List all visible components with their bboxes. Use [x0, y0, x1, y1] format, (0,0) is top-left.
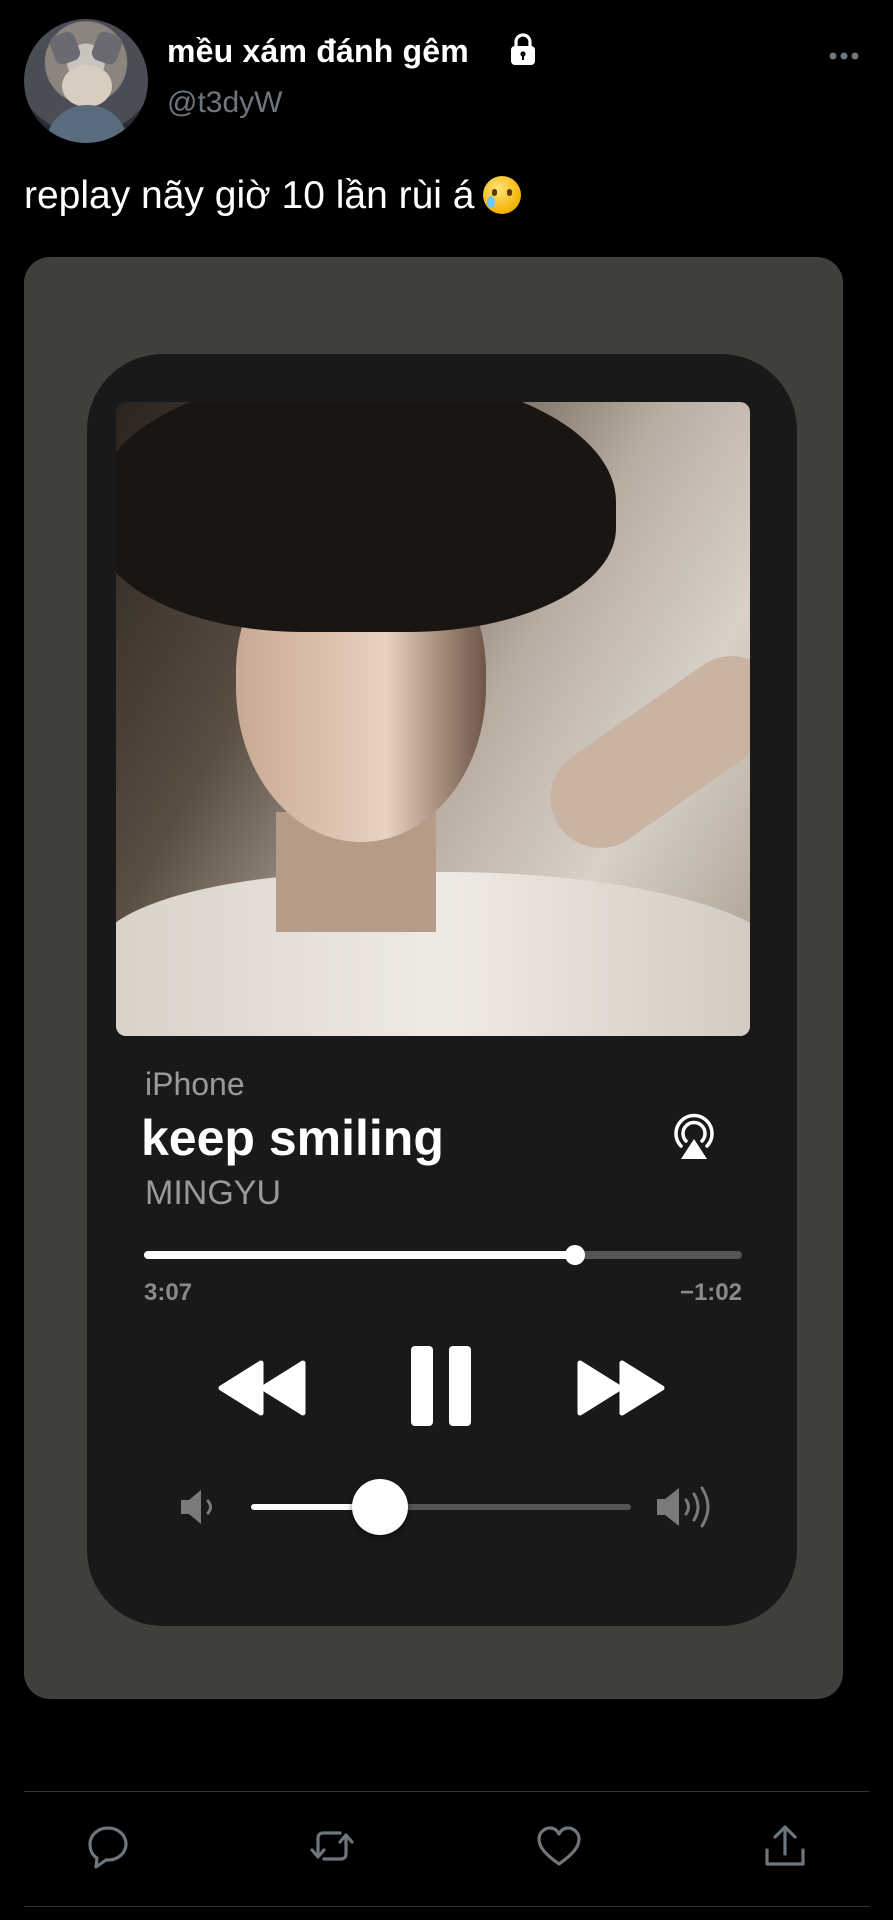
track-artist: MINGYU — [145, 1174, 281, 1212]
more-options-icon[interactable] — [829, 50, 859, 62]
remaining-time: −1:02 — [679, 1279, 742, 1306]
avatar-body — [46, 105, 128, 143]
like-icon[interactable] — [535, 1822, 583, 1870]
progress-handle[interactable] — [564, 1245, 585, 1265]
reply-icon[interactable] — [84, 1822, 132, 1870]
pause-icon[interactable] — [409, 1344, 473, 1428]
track-title: keep smiling — [141, 1110, 444, 1166]
bottom-divider — [24, 1906, 869, 1907]
divider — [24, 1791, 869, 1792]
playback-source: iPhone — [145, 1066, 245, 1102]
volume-slider[interactable] — [251, 1479, 631, 1535]
progress-bar[interactable] — [144, 1245, 742, 1265]
face-holding-back-tears-emoji — [482, 176, 521, 214]
volume-handle[interactable] — [352, 1479, 409, 1535]
display-name[interactable]: mều xám đánh gêm — [167, 33, 469, 70]
album-art-arm — [530, 636, 750, 868]
fast-forward-icon[interactable] — [574, 1359, 666, 1417]
elapsed-time: 3:07 — [144, 1279, 193, 1306]
avatar[interactable] — [24, 19, 148, 143]
retweet-icon[interactable] — [308, 1822, 356, 1870]
progress-fill — [144, 1251, 575, 1259]
volume-high-icon — [657, 1486, 710, 1528]
avatar-ear-left — [47, 29, 83, 67]
tweet-text: replay nãy giờ 10 lần rùi á — [24, 174, 521, 218]
avatar-ear-right — [89, 29, 125, 67]
volume-low-icon — [181, 1490, 212, 1524]
rewind-icon[interactable] — [217, 1359, 309, 1417]
album-art — [116, 402, 750, 1036]
tweet-media-image[interactable]: iPhone keep smiling MINGYU 3:07 −1:02 — [24, 257, 843, 1699]
lock-icon — [511, 33, 535, 65]
music-player-card: iPhone keep smiling MINGYU 3:07 −1:02 — [87, 354, 797, 1626]
share-icon[interactable] — [761, 1822, 809, 1870]
airplay-icon[interactable] — [667, 1109, 721, 1163]
album-art-hair — [116, 402, 616, 632]
avatar-face — [62, 65, 112, 107]
user-handle[interactable]: @t3dyW — [167, 86, 282, 120]
tweet-body: replay nãy giờ 10 lần rùi á — [24, 174, 475, 217]
